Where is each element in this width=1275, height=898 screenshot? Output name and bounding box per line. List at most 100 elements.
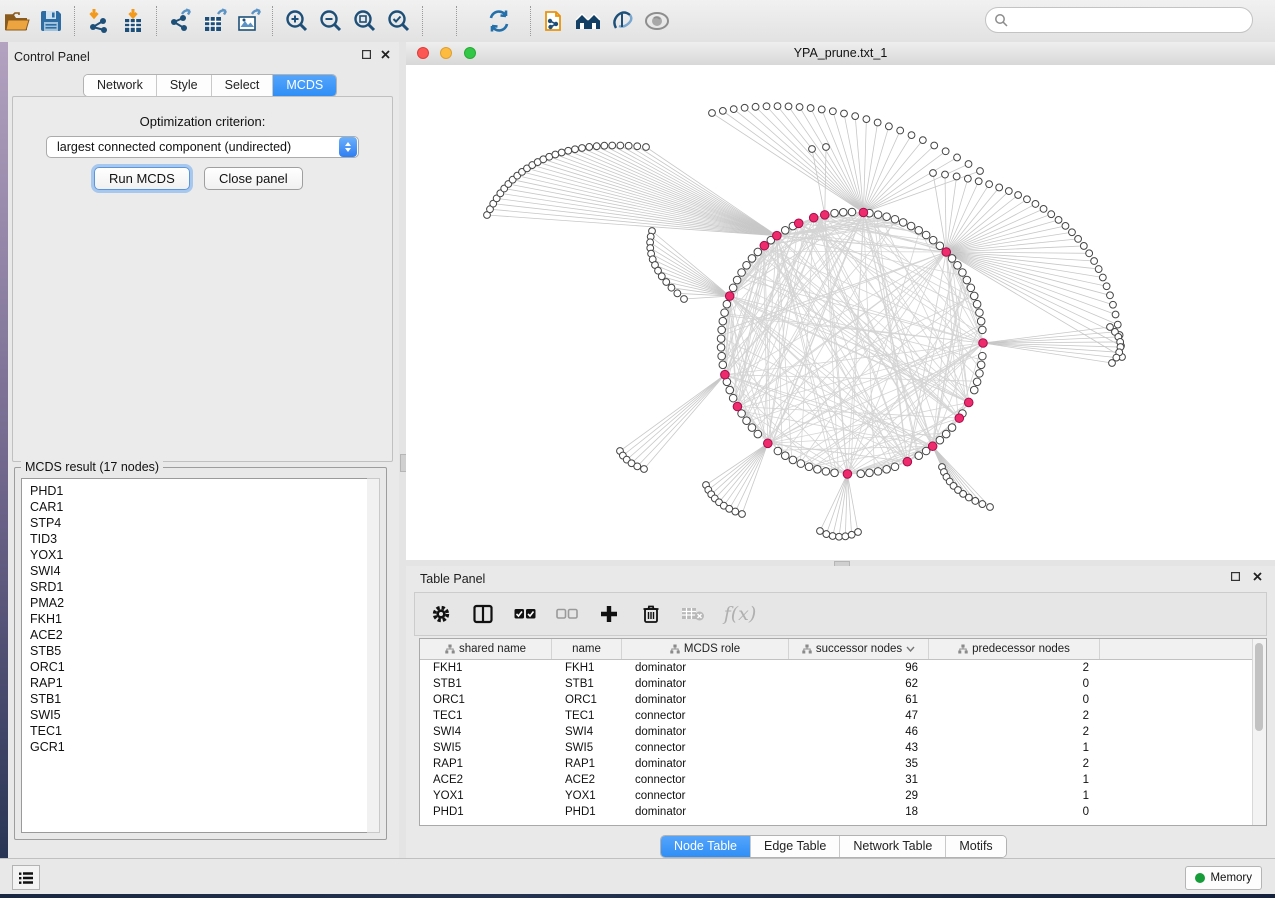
memory-button[interactable]: Memory	[1185, 866, 1262, 890]
table-row[interactable]: SWI4SWI4dominator462	[420, 724, 1266, 740]
zoom-selected-button[interactable]	[382, 4, 416, 38]
mcds-result-item[interactable]: PHD1	[30, 483, 367, 499]
save-session-button[interactable]	[34, 4, 68, 38]
deselect-all-button[interactable]	[555, 602, 579, 626]
scrollbar-thumb[interactable]	[1255, 643, 1263, 731]
birds-eye-icon	[644, 11, 670, 31]
mcds-result-item[interactable]: YOX1	[30, 547, 367, 563]
table-row[interactable]: STB1STB1dominator620	[420, 676, 1266, 692]
search-input[interactable]	[1013, 12, 1252, 28]
column-header-predecessor-nodes[interactable]: predecessor nodes	[929, 639, 1100, 659]
table-cell: 61	[789, 694, 929, 706]
table-row[interactable]: YOX1YOX1connector291	[420, 788, 1266, 804]
search-field[interactable]	[985, 7, 1253, 33]
column-header-MCDS-role[interactable]: MCDS role	[622, 639, 789, 659]
vertical-splitter[interactable]	[399, 42, 406, 858]
close-panel-button[interactable]: Close panel	[204, 167, 303, 190]
table-tab-node-table[interactable]: Node Table	[661, 836, 751, 857]
close-panel-icon[interactable]	[1253, 572, 1263, 582]
import-network-button[interactable]	[82, 4, 116, 38]
zoom-fit-button[interactable]	[348, 4, 382, 38]
toolbar-separator	[74, 6, 76, 36]
sort-descending-icon	[906, 646, 915, 652]
network-graph	[406, 65, 1275, 560]
select-all-button[interactable]	[513, 602, 537, 626]
table-cell: TEC1	[552, 710, 622, 722]
table-cell: 35	[789, 758, 929, 770]
column-layout-button[interactable]	[471, 602, 495, 626]
search-icon	[994, 13, 1008, 27]
tab-mcds[interactable]: MCDS	[273, 75, 336, 96]
table-row[interactable]: SWI5SWI5connector431	[420, 740, 1266, 756]
tab-select[interactable]: Select	[212, 75, 274, 96]
mcds-result-item[interactable]: STB5	[30, 643, 367, 659]
table-row[interactable]: RAP1RAP1dominator352	[420, 756, 1266, 772]
mcds-result-item[interactable]: RAP1	[30, 675, 367, 691]
share-document-button[interactable]	[538, 4, 572, 38]
run-mcds-button[interactable]: Run MCDS	[94, 167, 190, 190]
refresh-view-button[interactable]	[482, 4, 516, 38]
houses-icon	[575, 10, 603, 32]
mcds-result-item[interactable]: STB1	[30, 691, 367, 707]
float-window-icon[interactable]	[362, 50, 372, 60]
table-tab-motifs[interactable]: Motifs	[946, 836, 1005, 857]
mcds-result-item[interactable]: GCR1	[30, 739, 367, 755]
graphics-details-button[interactable]	[606, 4, 640, 38]
mcds-result-item[interactable]: FKH1	[30, 611, 367, 627]
network-window-titlebar[interactable]: YPA_prune.txt_1	[406, 42, 1275, 66]
table-cell: SWI4	[552, 726, 622, 738]
table-scrollbar[interactable]	[1252, 639, 1266, 825]
table-row[interactable]: PHD1PHD1dominator180	[420, 804, 1266, 820]
table-cell: SWI4	[420, 726, 552, 738]
mcds-result-item[interactable]: SRD1	[30, 579, 367, 595]
delete-column-button[interactable]	[639, 602, 663, 626]
table-row[interactable]: FKH1FKH1dominator962	[420, 660, 1266, 676]
close-panel-icon[interactable]	[381, 50, 391, 60]
network-window-title: YPA_prune.txt_1	[406, 46, 1275, 60]
column-header-name[interactable]: name	[552, 639, 622, 659]
table-tab-edge-table[interactable]: Edge Table	[751, 836, 840, 857]
birds-eye-view-button[interactable]	[640, 4, 674, 38]
toolbar-separator	[530, 6, 532, 36]
table-cell: dominator	[622, 662, 789, 674]
tab-style[interactable]: Style	[157, 75, 212, 96]
toolbar-separator	[272, 6, 274, 36]
tab-network[interactable]: Network	[84, 75, 157, 96]
mcds-result-item[interactable]: TEC1	[30, 723, 367, 739]
mcds-result-item[interactable]: SWI4	[30, 563, 367, 579]
mcds-result-item[interactable]: SWI5	[30, 707, 367, 723]
table-row[interactable]: ACE2ACE2connector311	[420, 772, 1266, 788]
status-menu-button[interactable]	[12, 865, 40, 890]
zoom-in-button[interactable]	[280, 4, 314, 38]
column-header-shared-name[interactable]: shared name	[420, 639, 552, 659]
column-header-successor-nodes[interactable]: successor nodes	[789, 639, 929, 659]
export-image-button[interactable]	[232, 4, 266, 38]
mcds-result-item[interactable]: CAR1	[30, 499, 367, 515]
zoom-out-button[interactable]	[314, 4, 348, 38]
open-file-button[interactable]	[0, 4, 34, 38]
mcds-result-item[interactable]: PMA2	[30, 595, 367, 611]
mcds-result-list[interactable]: PHD1CAR1STP4TID3YOX1SWI4SRD1PMA2FKH1ACE2…	[21, 478, 368, 833]
mcds-result-item[interactable]: TID3	[30, 531, 367, 547]
function-builder-button[interactable]: f(x)	[723, 602, 757, 626]
mcds-list-scrollbar[interactable]	[367, 478, 380, 833]
import-table-button[interactable]	[116, 4, 150, 38]
table-row[interactable]: TEC1TEC1connector472	[420, 708, 1266, 724]
delete-table-button[interactable]	[681, 602, 705, 626]
table-tab-network-table[interactable]: Network Table	[840, 836, 946, 857]
export-network-button[interactable]	[164, 4, 198, 38]
houses-button[interactable]	[572, 4, 606, 38]
optimization-dropdown[interactable]: largest connected component (undirected)	[46, 136, 359, 158]
open-folder-icon	[4, 10, 30, 32]
float-window-icon[interactable]	[1231, 572, 1241, 582]
mcds-result-item[interactable]: STP4	[30, 515, 367, 531]
export-table-icon	[202, 8, 228, 34]
table-row[interactable]: ORC1ORC1dominator610	[420, 692, 1266, 708]
export-table-button[interactable]	[198, 4, 232, 38]
network-view-canvas[interactable]	[406, 65, 1275, 560]
add-column-button[interactable]	[597, 602, 621, 626]
mcds-result-item[interactable]: ORC1	[30, 659, 367, 675]
settings-gear-button[interactable]	[429, 602, 453, 626]
table-cell: 62	[789, 678, 929, 690]
mcds-result-item[interactable]: ACE2	[30, 627, 367, 643]
